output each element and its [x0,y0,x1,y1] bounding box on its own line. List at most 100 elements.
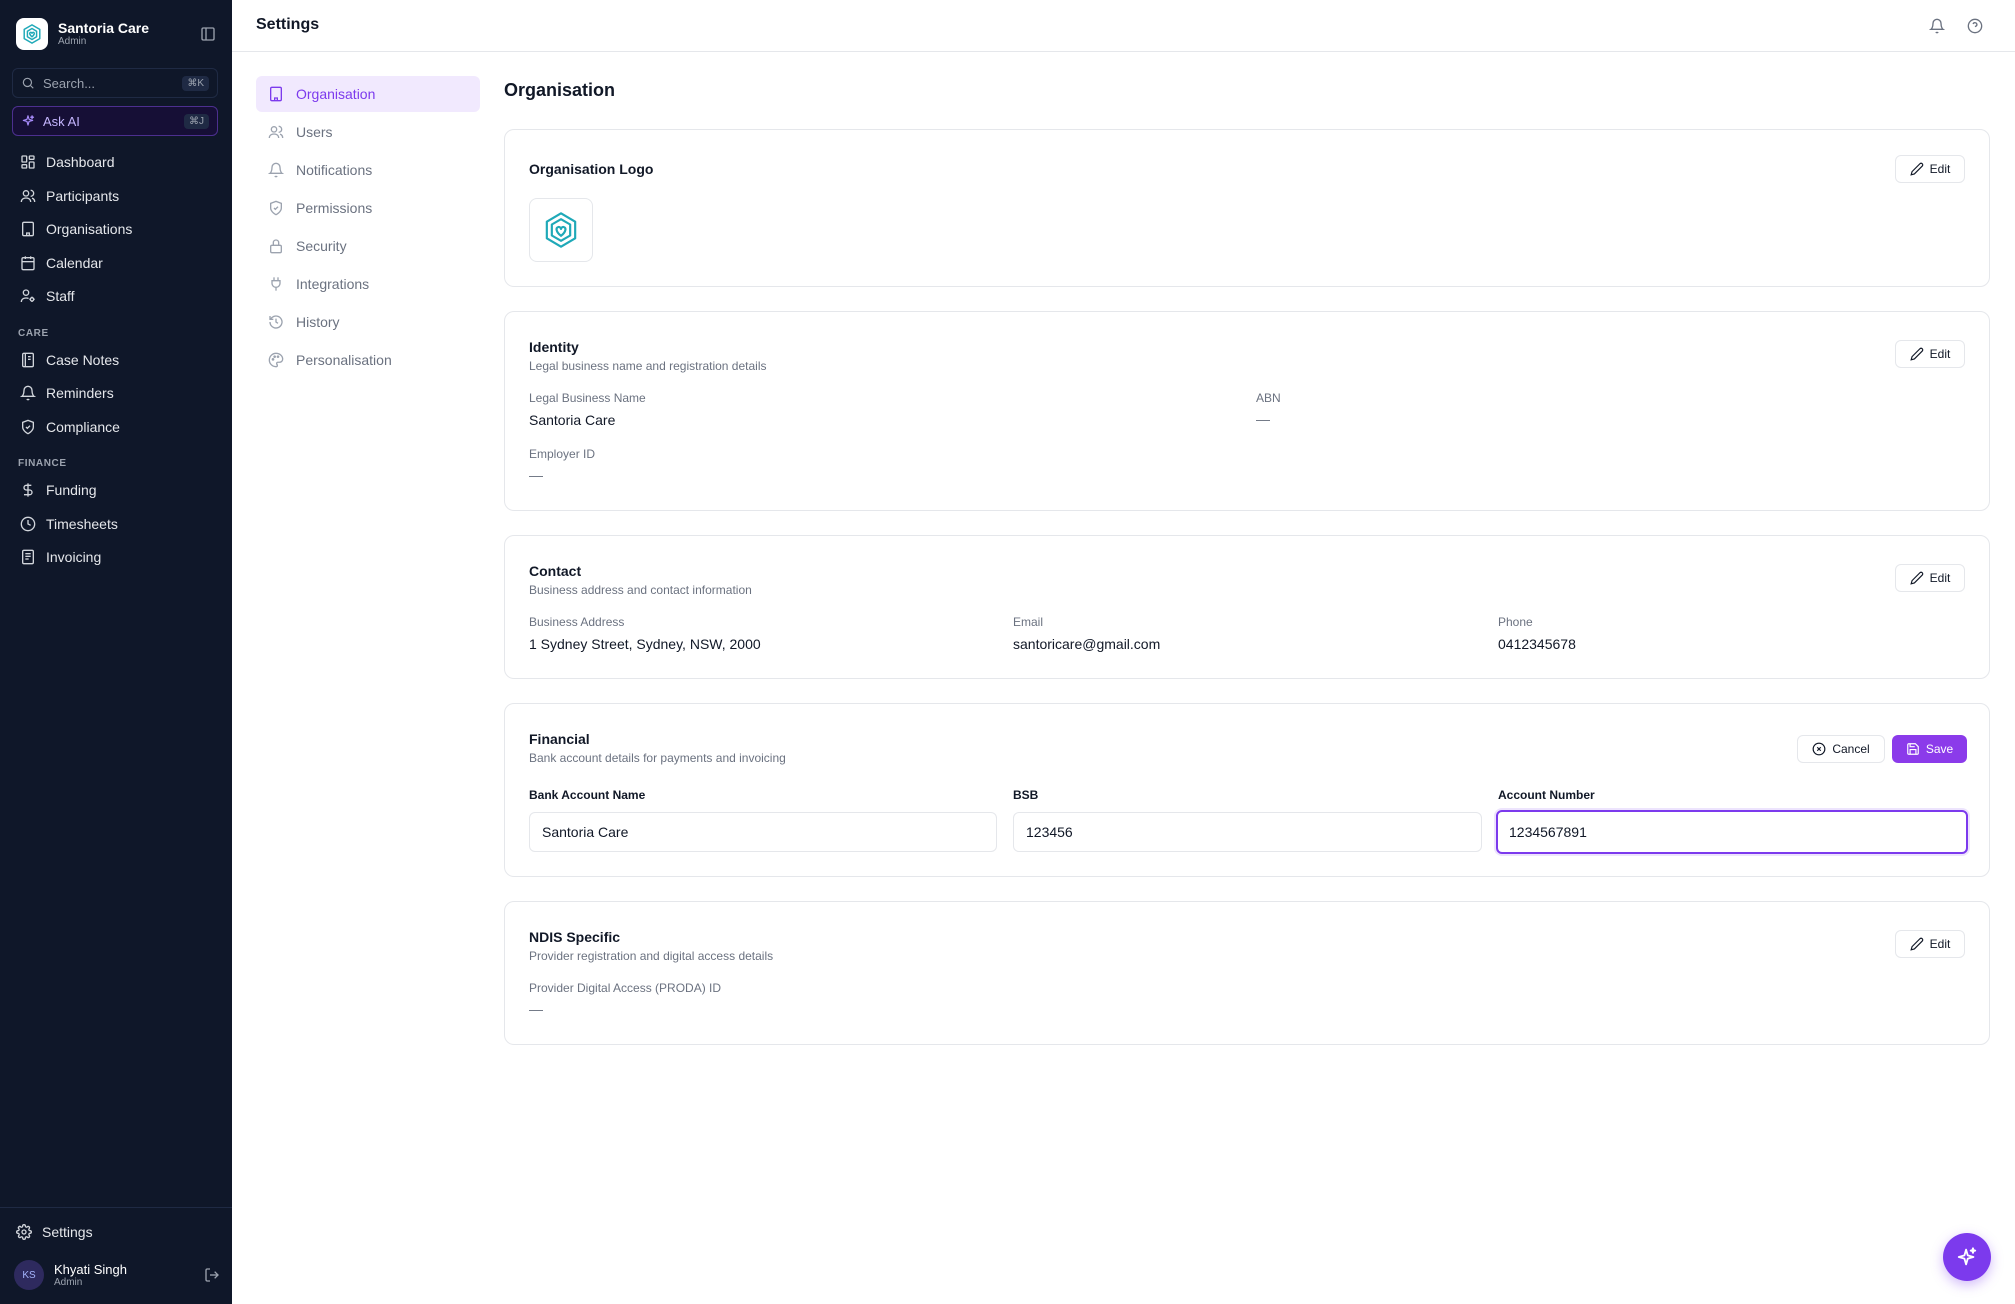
plug-icon [268,276,284,292]
bank-account-name-input[interactable] [529,812,997,852]
notebook-icon [20,352,36,368]
settings-nav-label: Integrations [296,276,370,292]
shield-check-icon [268,200,284,216]
sidebar-item-timesheets[interactable]: Timesheets [10,510,220,538]
sidebar-item-funding[interactable]: Funding [10,476,220,504]
search-placeholder: Search... [43,75,96,91]
sidebar-item-label: Organisations [46,221,133,237]
sidebar-item-participants[interactable]: Participants [10,182,220,210]
sidebar-collapse-icon[interactable] [200,26,216,42]
sidebar-item-label: Participants [46,188,120,204]
sidebar-item-label: Case Notes [46,352,120,368]
settings-nav-permissions[interactable]: Permissions [256,190,480,226]
sidebar-item-label: Invoicing [46,549,102,565]
shield-check-icon [20,419,36,435]
sidebar-item-settings[interactable]: Settings [10,1218,220,1246]
organisation-logo[interactable] [529,198,593,262]
x-circle-icon [1812,742,1826,756]
business-address-value: 1 Sydney Street, Sydney, NSW, 2000 [529,636,761,652]
settings-nav-users[interactable]: Users [256,114,480,150]
building-icon [268,86,284,102]
sidebar-item-invoicing[interactable]: Invoicing [10,543,220,571]
search-shortcut: ⌘K [182,75,209,91]
pencil-icon [1909,347,1924,361]
sidebar-item-organisations[interactable]: Organisations [10,215,220,243]
users-icon [268,124,284,140]
edit-label: Edit [1929,937,1951,951]
sidebar-item-label: Funding [46,482,97,498]
save-label: Save [1925,742,1954,756]
ask-ai-shortcut: ⌘J [184,113,209,129]
help-icon[interactable] [1967,18,1983,34]
sidebar-item-dashboard[interactable]: Dashboard [10,148,220,176]
pencil-icon [1909,571,1924,585]
edit-ndis-button[interactable]: Edit [1895,930,1965,958]
edit-identity-button[interactable]: Edit [1895,340,1965,368]
edit-contact-button[interactable]: Edit [1895,564,1965,592]
receipt-icon [20,549,36,565]
contact-subtitle: Business address and contact information [529,583,752,597]
sidebar-item-staff[interactable]: Staff [10,282,220,310]
notification-bell-icon[interactable] [1929,18,1945,34]
layout-grid-icon [20,154,36,170]
cancel-button[interactable]: Cancel [1797,735,1885,763]
sidebar-item-compliance[interactable]: Compliance [10,413,220,441]
legal-name-value: Santoria Care [529,412,616,428]
ndis-subtitle: Provider registration and digital access… [529,949,774,963]
ndis-card: NDIS Specific Provider registration and … [504,901,1990,1045]
bsb-input[interactable] [1013,812,1482,852]
settings-nav-history[interactable]: History [256,304,480,340]
sidebar-item-reminders[interactable]: Reminders [10,379,220,407]
settings-nav-label: Security [296,238,347,254]
email-label: Email [1013,615,1044,629]
search-input[interactable]: Search... ⌘K [12,68,218,98]
sidebar-item-calendar[interactable]: Calendar [10,249,220,277]
account-number-input[interactable] [1496,810,1968,854]
logout-icon[interactable] [204,1267,220,1283]
ai-assistant-fab[interactable] [1943,1233,1991,1281]
settings-nav-label: Notifications [296,162,373,178]
sidebar-settings-label: Settings [42,1224,93,1240]
save-icon [1906,742,1920,756]
settings-nav-label: Users [296,124,333,140]
abn-label: ABN [1256,391,1281,405]
sidebar-item-case-notes[interactable]: Case Notes [10,346,220,374]
save-button[interactable]: Save [1892,735,1967,763]
sparkles-icon [1957,1247,1977,1266]
brand-role: Admin [58,36,87,47]
settings-nav-integrations[interactable]: Integrations [256,266,480,302]
business-address-label: Business Address [529,615,625,629]
settings-nav-organisation[interactable]: Organisation [256,76,480,112]
settings-nav-notifications[interactable]: Notifications [256,152,480,188]
ask-ai-button[interactable]: Ask AI ⌘J [12,106,218,136]
section-title: Organisation [504,80,616,100]
pencil-icon [1909,162,1924,176]
user-cog-icon [20,288,36,304]
settings-nav-personalisation[interactable]: Personalisation [256,342,480,378]
ask-ai-label: Ask AI [43,113,80,129]
settings-nav-label: Permissions [296,200,373,216]
page-title: Settings [256,16,320,33]
settings-nav-security[interactable]: Security [256,228,480,264]
legal-name-label: Legal Business Name [529,391,646,405]
sidebar-item-label: Reminders [46,385,114,401]
sidebar-item-label: Dashboard [46,154,115,170]
logo-card: Organisation Logo Edit [504,129,1990,287]
brand[interactable]: Santoria Care Admin [16,18,216,50]
lock-icon [268,238,284,254]
employer-id-label: Employer ID [529,447,596,461]
dollar-icon [20,482,36,498]
sidebar-divider [0,1207,232,1208]
sidebar-item-label: Compliance [46,419,120,435]
identity-card: Identity Legal business name and registr… [504,311,1990,511]
identity-subtitle: Legal business name and registration det… [529,359,767,373]
top-header: Settings [232,0,2015,52]
bsb-label: BSB [1013,788,1039,802]
ndis-title: NDIS Specific [529,929,621,945]
edit-label: Edit [1929,347,1951,361]
calendar-icon [20,255,36,271]
user-profile[interactable]: KS Khyati Singh Admin [14,1258,220,1292]
edit-logo-button[interactable]: Edit [1895,155,1965,183]
employer-id-value: — [529,467,543,483]
settings-nav-label: Organisation [296,86,376,102]
